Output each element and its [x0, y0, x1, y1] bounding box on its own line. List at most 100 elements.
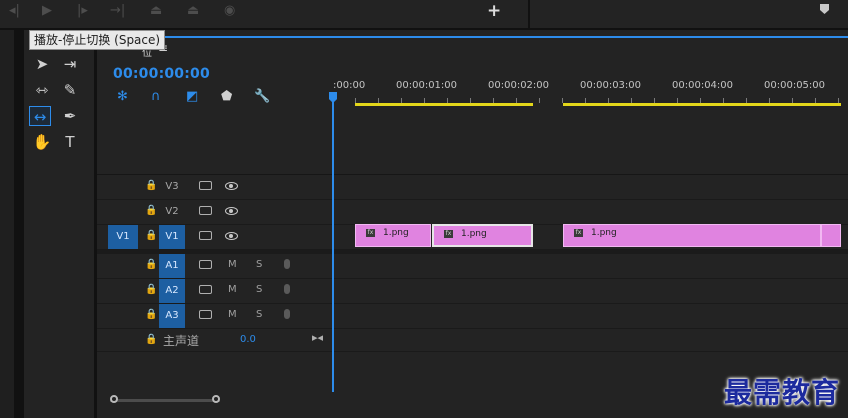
track-name[interactable]: V2: [159, 200, 185, 224]
add-button-icon[interactable]: +: [487, 1, 501, 21]
track-name[interactable]: A1: [159, 254, 185, 278]
master-volume-value[interactable]: 0.0: [240, 334, 256, 345]
razor-tool-icon[interactable]: ✎: [59, 80, 81, 100]
divider: [14, 30, 24, 418]
solo-button[interactable]: S: [256, 284, 262, 295]
timecode-display[interactable]: 00:00:00:00: [113, 66, 210, 82]
nest-icon[interactable]: ✻: [117, 89, 128, 105]
track-header-v3[interactable]: 🔒 V3: [97, 175, 333, 200]
camera-icon[interactable]: ◉: [224, 4, 235, 18]
clip-selected[interactable]: fx 1.png: [432, 224, 533, 247]
track-header-a1[interactable]: 🔒 A1 M S: [97, 254, 333, 279]
sync-lock-icon[interactable]: [199, 260, 212, 269]
mute-button[interactable]: M: [228, 259, 237, 270]
track-header-v1[interactable]: V1 🔒 V1: [97, 225, 333, 250]
track-header-master[interactable]: 🔒 主声道 0.0 ▸◂: [97, 329, 333, 352]
track-header-spacer: [97, 110, 333, 174]
ruler-label: 00:00:03:00: [580, 80, 642, 91]
go-to-end-icon[interactable]: ▸◂: [312, 331, 323, 344]
track-lane-a1[interactable]: [333, 254, 848, 279]
add-marker-icon[interactable]: ⬟: [221, 89, 232, 105]
snap-magnet-icon[interactable]: ∩: [151, 89, 161, 105]
solo-button[interactable]: S: [256, 309, 262, 320]
zoom-handle-left[interactable]: [110, 395, 118, 403]
hand-tool-icon[interactable]: ✋: [31, 132, 53, 152]
track-select-tool-icon[interactable]: ⇥: [59, 54, 81, 74]
sync-lock-icon[interactable]: [199, 231, 212, 240]
zoom-handle-right[interactable]: [212, 395, 220, 403]
lock-icon[interactable]: 🔒: [145, 284, 157, 295]
zoom-scrollbar[interactable]: [110, 399, 220, 402]
lift-icon[interactable]: ⏏: [150, 4, 162, 18]
ripple-edit-tool-icon[interactable]: ⇿: [31, 80, 53, 100]
tools-panel: ➤ ⇥ ⇿ ✎ ↔ ✒ ✋ T: [24, 30, 94, 418]
fx-badge-icon: fx: [444, 230, 453, 238]
clip[interactable]: fx 1.png: [563, 224, 821, 247]
clip-name: 1.png: [591, 228, 617, 238]
project-panel-edge: [0, 30, 14, 418]
go-to-out-icon[interactable]: →|: [110, 4, 125, 18]
track-header-v2[interactable]: 🔒 V2: [97, 200, 333, 225]
sync-lock-icon[interactable]: [199, 206, 212, 215]
lock-icon[interactable]: 🔒: [145, 259, 157, 270]
fx-badge-icon: fx: [366, 229, 375, 237]
track-lane-master[interactable]: [333, 329, 848, 352]
lock-icon[interactable]: 🔒: [145, 205, 157, 216]
clip-segment[interactable]: [821, 224, 841, 247]
clip[interactable]: fx 1.png: [355, 224, 431, 247]
slip-tool-icon[interactable]: ↔: [29, 106, 51, 126]
tooltip: 播放-停止切换 (Space): [29, 30, 166, 50]
divider: [528, 0, 530, 28]
playhead-line[interactable]: [332, 92, 334, 392]
lock-icon[interactable]: 🔒: [145, 180, 157, 191]
fx-badge-icon: fx: [574, 229, 583, 237]
step-back-icon[interactable]: ◂|: [9, 4, 20, 18]
add-marker-icon[interactable]: [820, 4, 829, 14]
source-patch-v1[interactable]: V1: [108, 225, 138, 249]
transport-bar: ◂| ▶ |▸ →| ⏏ ⏏ ◉ +: [0, 0, 848, 28]
microphone-icon[interactable]: [284, 259, 290, 269]
master-track-label: 主声道: [163, 334, 200, 348]
play-icon[interactable]: ▶: [42, 4, 52, 18]
track-lane-a2[interactable]: [333, 279, 848, 304]
ruler-label: 00:00:05:00: [764, 80, 826, 91]
wrench-settings-icon[interactable]: 🔧: [254, 89, 270, 105]
step-forward-icon[interactable]: |▸: [77, 4, 88, 18]
work-area-bar[interactable]: [563, 103, 841, 106]
ruler-label: 00:00:01:00: [396, 80, 458, 91]
track-header-a2[interactable]: 🔒 A2 M S: [97, 279, 333, 304]
track-lane-v2[interactable]: [333, 200, 848, 225]
track-name[interactable]: A2: [159, 279, 185, 303]
microphone-icon[interactable]: [284, 309, 290, 319]
eye-icon[interactable]: [225, 232, 238, 240]
selection-tool-icon[interactable]: ➤: [31, 54, 53, 74]
sync-lock-icon[interactable]: [199, 310, 212, 319]
sync-lock-icon[interactable]: [199, 285, 212, 294]
track-lane-a3[interactable]: [333, 304, 848, 329]
track-name[interactable]: A3: [159, 304, 185, 328]
type-tool-icon[interactable]: T: [59, 132, 81, 152]
track-header-a3[interactable]: 🔒 A3 M S: [97, 304, 333, 329]
ruler-tick: [539, 98, 540, 103]
track-name[interactable]: V1: [159, 225, 185, 249]
linked-selection-icon[interactable]: ◩: [186, 89, 198, 105]
track-lane-v3[interactable]: [333, 175, 848, 200]
microphone-icon[interactable]: [284, 284, 290, 294]
mute-button[interactable]: M: [228, 309, 237, 320]
eye-icon[interactable]: [225, 207, 238, 215]
panel-focus-line: [97, 36, 848, 38]
eye-icon[interactable]: [225, 182, 238, 190]
lock-icon[interactable]: 🔒: [145, 309, 157, 320]
mute-button[interactable]: M: [228, 284, 237, 295]
pen-tool-icon[interactable]: ✒: [59, 106, 81, 126]
ruler-label: :00:00: [333, 80, 366, 91]
track-name[interactable]: V3: [159, 175, 185, 199]
ruler-label: 00:00:02:00: [488, 80, 550, 91]
lock-icon[interactable]: 🔒: [145, 334, 157, 345]
lock-icon[interactable]: 🔒: [145, 230, 157, 241]
solo-button[interactable]: S: [256, 259, 262, 270]
sync-lock-icon[interactable]: [199, 181, 212, 190]
clip-name: 1.png: [461, 229, 487, 239]
extract-icon[interactable]: ⏏: [187, 4, 199, 18]
work-area-bar[interactable]: [355, 103, 533, 106]
